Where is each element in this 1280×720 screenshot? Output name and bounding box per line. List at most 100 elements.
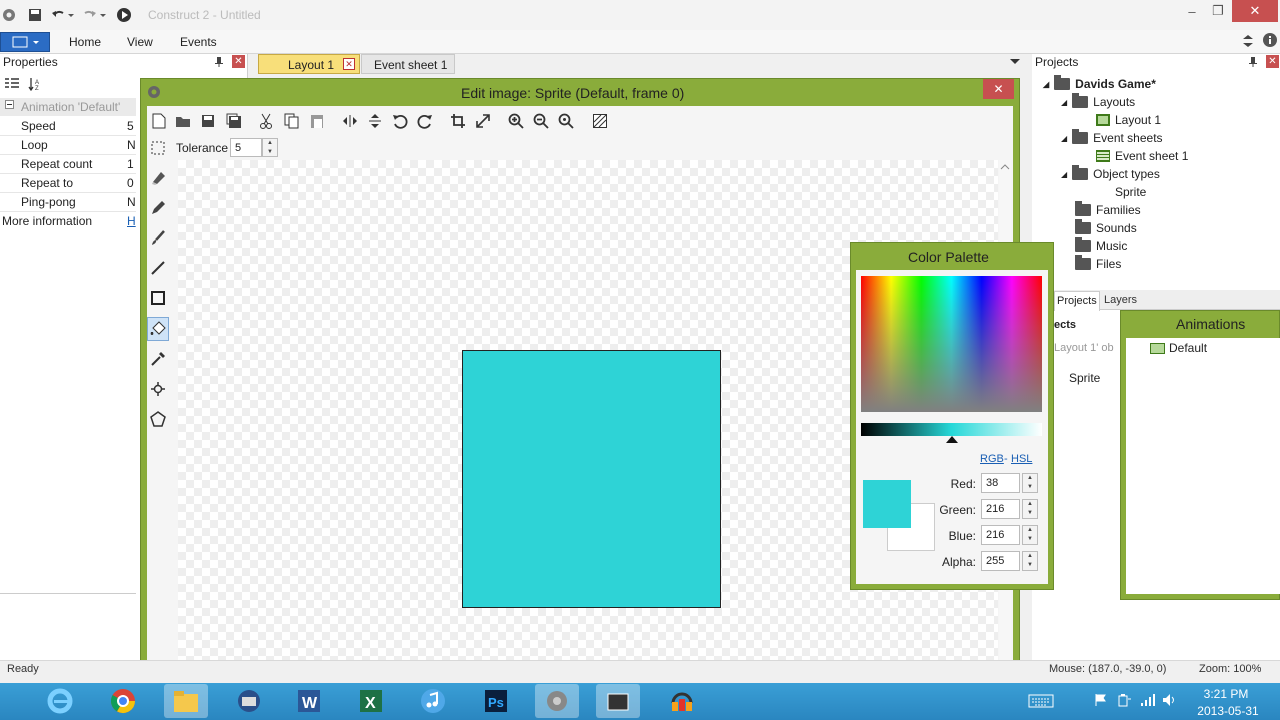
collision-polygon-icon[interactable] <box>147 407 169 431</box>
primary-color-swatch[interactable] <box>863 480 911 528</box>
chrome-icon[interactable] <box>101 684 145 718</box>
tab-close-icon[interactable]: ✕ <box>343 58 355 70</box>
app-gear-icon[interactable] <box>0 6 18 24</box>
tree-sounds[interactable]: Sounds <box>1075 219 1137 237</box>
zoom-out-icon[interactable] <box>530 110 552 132</box>
minimize-button[interactable]: – <box>1180 0 1204 22</box>
thunderbird-icon[interactable] <box>227 684 271 718</box>
projects-close-icon[interactable]: ✕ <box>1266 55 1279 68</box>
tab-event-sheet-1[interactable]: Event sheet 1 <box>361 54 455 74</box>
tab-layers[interactable]: Layers <box>1104 294 1137 306</box>
open-icon[interactable] <box>172 110 194 132</box>
tab-projects[interactable]: Projects <box>1054 291 1100 311</box>
help-icon[interactable] <box>1262 32 1278 48</box>
eyedropper-icon[interactable] <box>147 347 169 371</box>
brush-icon[interactable] <box>147 226 169 250</box>
save-icon[interactable] <box>26 6 44 24</box>
save-image-icon[interactable] <box>197 110 219 132</box>
transparency-grid-icon[interactable] <box>589 110 611 132</box>
flip-vertical-icon[interactable] <box>364 110 386 132</box>
tree-families[interactable]: Families <box>1075 201 1141 219</box>
ribbon-tab-home[interactable]: Home <box>69 35 101 49</box>
zoom-reset-icon[interactable] <box>555 110 577 132</box>
red-spinner[interactable]: ▲ ▼ <box>1022 473 1038 493</box>
tree-files[interactable]: Files <box>1075 255 1121 273</box>
luminance-bar[interactable] <box>861 423 1042 436</box>
ribbon-tab-events[interactable]: Events <box>180 35 217 49</box>
property-repeat-to-value[interactable]: 0 <box>127 174 137 193</box>
green-input[interactable]: 216 <box>981 499 1020 519</box>
luminance-marker-icon[interactable] <box>946 436 958 443</box>
color-spectrum[interactable] <box>861 276 1042 412</box>
rectangle-tool-icon[interactable] <box>147 286 169 310</box>
crop-icon[interactable] <box>447 110 469 132</box>
sort-az-icon[interactable]: AZ <box>28 77 44 91</box>
tolerance-spinner[interactable]: ▲ ▼ <box>262 138 278 157</box>
pencil-icon[interactable] <box>147 196 169 220</box>
property-loop-value[interactable]: N <box>127 136 137 155</box>
property-ping-pong-value[interactable]: N <box>127 193 137 212</box>
app-menu-button[interactable] <box>0 32 50 52</box>
photoshop-icon[interactable]: Ps <box>474 684 518 718</box>
copy-icon[interactable] <box>281 110 303 132</box>
objects-sprite[interactable]: Sprite <box>1069 371 1100 385</box>
alpha-input[interactable]: 255 <box>981 551 1020 571</box>
pin-icon[interactable] <box>214 56 224 68</box>
properties-close-icon[interactable]: ✕ <box>232 55 245 68</box>
excel-icon[interactable]: X <box>349 684 393 718</box>
fill-bucket-icon[interactable] <box>147 317 169 341</box>
property-speed-value[interactable]: 5 <box>127 117 137 136</box>
tree-event-sheet-1[interactable]: Event sheet 1 <box>1096 147 1188 165</box>
audacity-icon[interactable] <box>660 684 704 718</box>
construct-icon[interactable] <box>535 684 579 718</box>
new-image-icon[interactable] <box>148 110 170 132</box>
close-button[interactable]: ✕ <box>1232 0 1278 22</box>
projects-pin-icon[interactable] <box>1248 56 1258 68</box>
save-all-icon[interactable] <box>223 110 245 132</box>
volume-icon[interactable] <box>1162 693 1178 707</box>
rgb-mode-link[interactable]: RGB <box>980 453 1004 465</box>
origin-point-icon[interactable] <box>147 377 169 401</box>
tree-music[interactable]: Music <box>1075 237 1127 255</box>
ribbon-tab-view[interactable]: View <box>127 35 153 49</box>
property-repeat-count-value[interactable]: 1 <box>127 155 137 174</box>
tree-sprite[interactable]: Sprite <box>1115 183 1146 201</box>
tolerance-input[interactable]: 5 <box>230 138 262 157</box>
categorized-icon[interactable] <box>4 77 20 91</box>
ribbon-collapse-icon[interactable] <box>1242 34 1254 48</box>
power-icon[interactable] <box>1116 692 1132 708</box>
clock-time[interactable]: 3:21 PM <box>1196 687 1256 701</box>
tree-object-types[interactable]: ◢ Object types <box>1061 165 1160 183</box>
animation-item-default[interactable]: Default <box>1150 341 1207 355</box>
video-recorder-icon[interactable] <box>596 684 640 718</box>
tree-event-sheets[interactable]: ◢ Event sheets <box>1061 129 1163 147</box>
flip-horizontal-icon[interactable] <box>339 110 361 132</box>
action-center-icon[interactable] <box>1094 693 1108 707</box>
keyboard-icon[interactable] <box>1028 693 1054 709</box>
hsl-mode-link[interactable]: HSL <box>1011 453 1032 465</box>
tabs-dropdown-icon[interactable] <box>1009 58 1021 66</box>
undo-icon[interactable] <box>48 6 76 24</box>
resize-icon[interactable] <box>472 110 494 132</box>
network-icon[interactable] <box>1140 693 1156 707</box>
cut-icon[interactable] <box>255 110 277 132</box>
tree-root[interactable]: ◢ Davids Game* <box>1043 75 1156 93</box>
rotate-ccw-icon[interactable] <box>389 110 411 132</box>
tree-layout-1[interactable]: Layout 1 <box>1096 111 1161 129</box>
alpha-spinner[interactable]: ▲ ▼ <box>1022 551 1038 571</box>
rotate-cw-icon[interactable] <box>414 110 436 132</box>
run-icon[interactable] <box>114 6 134 24</box>
rectangle-select-icon[interactable] <box>147 136 169 160</box>
internet-explorer-icon[interactable] <box>38 684 82 718</box>
itunes-icon[interactable] <box>411 684 455 718</box>
word-icon[interactable]: W <box>287 684 331 718</box>
eraser-icon[interactable] <box>147 166 169 190</box>
red-input[interactable]: 38 <box>981 473 1020 493</box>
line-tool-icon[interactable] <box>147 256 169 280</box>
redo-icon[interactable] <box>80 6 108 24</box>
maximize-button[interactable]: ❐ <box>1206 0 1230 22</box>
green-spinner[interactable]: ▲ ▼ <box>1022 499 1038 519</box>
blue-input[interactable]: 216 <box>981 525 1020 545</box>
paste-icon[interactable] <box>306 110 328 132</box>
more-information-link[interactable]: H <box>127 214 136 228</box>
